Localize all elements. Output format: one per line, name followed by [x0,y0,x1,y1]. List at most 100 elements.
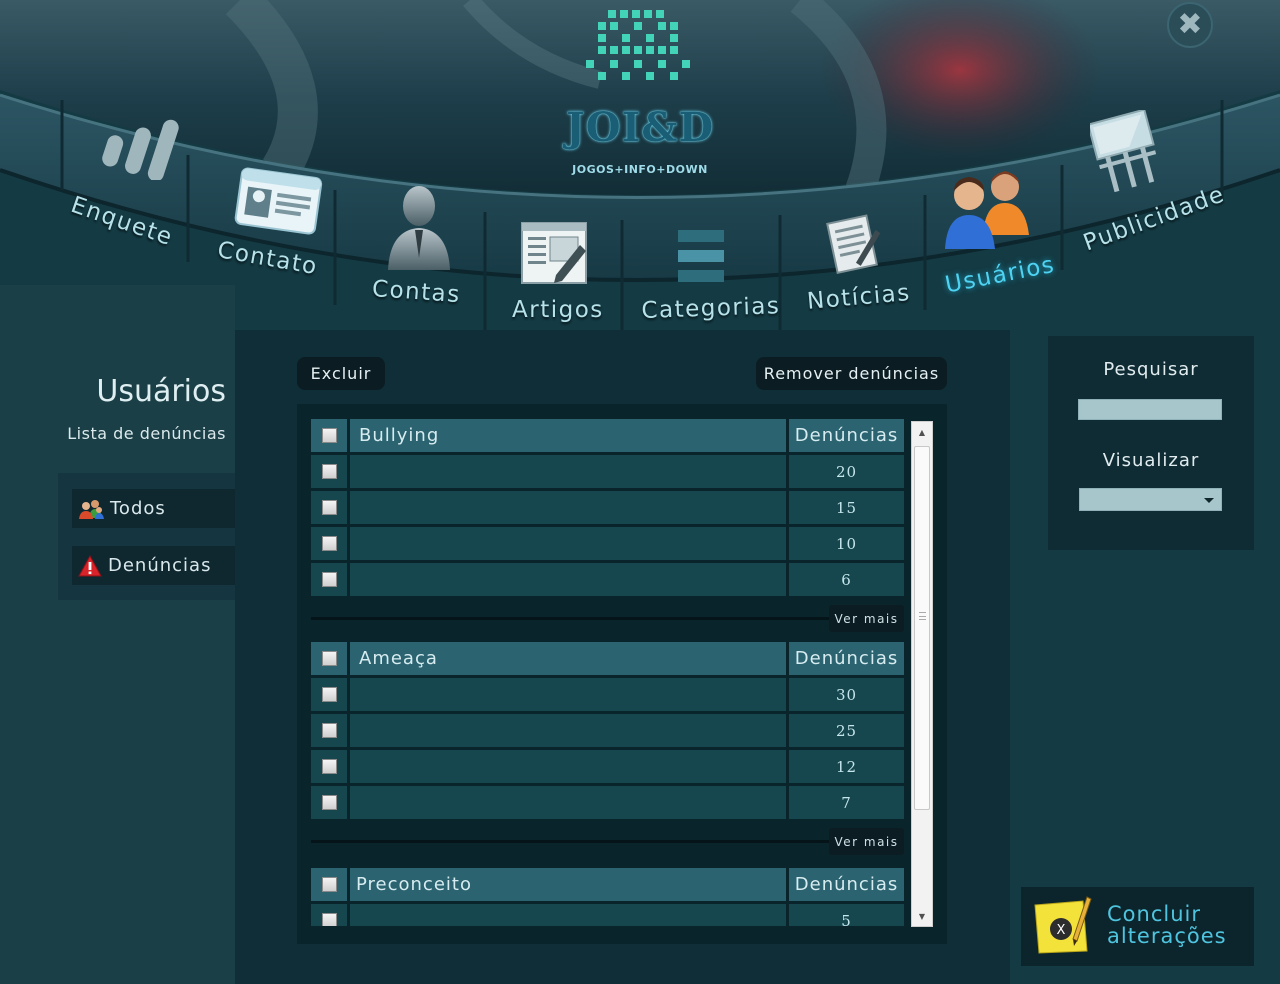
nav-item-artigos[interactable]: Artigos [500,215,610,325]
row-checkbox[interactable] [321,687,337,702]
count-header: Denúncias [789,642,904,675]
report-count: 15 [789,491,904,524]
conclude-label: Concluir alterações [1107,903,1247,947]
row-checkbox[interactable] [321,500,337,515]
bar-chart-icon [102,119,179,180]
report-count: 7 [789,786,904,819]
nav-label-usuarios: Usuários [943,251,1058,299]
user-name-cell [350,678,786,711]
user-name-cell [350,714,786,747]
nav-label-categorias: Categorias [641,293,781,324]
table-row: 25 [311,714,907,747]
scrollbar-thumb[interactable] [914,446,930,810]
logo-pixel-icon [586,10,690,80]
user-name-cell [350,786,786,819]
page-subtitle: Lista de denúncias [67,424,226,443]
conclude-changes-button[interactable]: X Concluir alterações [1021,887,1254,966]
table-row: 7 [311,786,907,819]
report-count: 25 [789,714,904,747]
nav-label-publicidade: Publicidade [1080,181,1229,257]
row-checkbox[interactable] [321,464,337,479]
reports-list[interactable]: Bullying Denúncias 20 15 10 6 Ver mais A… [311,418,907,926]
site-logo[interactable]: JOI&D JOGOS+INFO+DOWN [560,6,720,186]
nav-item-categorias[interactable]: Categorias [636,222,781,330]
remove-reports-button[interactable]: Remover denúncias [756,357,947,390]
reports-scrollbar[interactable]: ▲ ▼ [911,421,933,927]
logo-text: JOI&D [565,104,715,151]
article-edit-icon [521,222,587,284]
report-count: 30 [789,678,904,711]
users-icon [945,171,1029,249]
warning-icon [78,554,102,576]
news-document-icon [826,214,881,275]
nav-item-contas[interactable]: Contas [360,180,480,310]
select-all-checkbox[interactable] [321,428,337,443]
search-label: Pesquisar [1103,359,1199,380]
delete-button[interactable]: Excluir [297,357,385,390]
billboard-icon [1090,110,1157,192]
report-count: 12 [789,750,904,783]
row-select-cell [311,455,347,488]
scroll-down-arrow-icon[interactable]: ▼ [912,906,932,926]
sidebar-item-todos[interactable]: Todos [72,489,235,528]
select-all-checkbox[interactable] [321,651,337,666]
see-more-button[interactable]: Ver mais [829,605,904,632]
table-row: 30 [311,678,907,711]
user-name-cell [350,750,786,783]
nav-item-noticias[interactable]: Notícias [800,205,920,315]
scroll-up-arrow-icon[interactable]: ▲ [912,422,932,442]
row-checkbox[interactable] [321,759,337,774]
row-select-cell [311,491,347,524]
row-checkbox[interactable] [321,913,337,926]
row-checkbox[interactable] [321,536,337,551]
table-row: 5 [311,904,907,926]
nav-item-usuarios[interactable]: Usuários [935,165,1057,299]
user-name-cell [350,527,786,560]
search-panel: Pesquisar Visualizar [1048,336,1254,550]
category-header: Preconceito [350,868,786,901]
row-select-cell [311,678,347,711]
logo-subtitle: JOGOS+INFO+DOWN [572,163,708,176]
table-header-row: Bullying Denúncias [311,419,907,452]
close-button[interactable]: ✖ [1167,2,1213,48]
nav-item-enquete[interactable]: Enquete [68,110,190,251]
report-count: 5 [789,904,904,926]
user-name-cell [350,904,786,926]
search-input[interactable] [1078,399,1222,420]
view-select[interactable] [1079,488,1222,511]
conclude-label-line2: alterações [1107,924,1227,948]
categories-icon [678,230,724,282]
sticky-note-pencil-icon: X [1034,896,1092,954]
users-icon [79,499,104,519]
table-row: 6 [311,563,907,596]
table-row: 20 [311,455,907,488]
row-checkbox[interactable] [321,723,337,738]
row-select-cell [311,750,347,783]
grip-icon [919,612,926,620]
user-name-cell [350,491,786,524]
count-header: Denúncias [789,419,904,452]
nav-label-artigos: Artigos [512,297,604,323]
row-checkbox[interactable] [321,572,337,587]
table-row: 12 [311,750,907,783]
sidebar-item-label: Todos [110,498,166,519]
report-count: 6 [789,563,904,596]
group-divider [311,617,831,620]
row-checkbox[interactable] [321,795,337,810]
row-select-cell [311,904,347,926]
user-icon [388,186,450,270]
chevron-down-icon [1204,498,1214,503]
nav-item-contato[interactable]: Contato [210,165,330,285]
see-more-button[interactable]: Ver mais [829,828,904,855]
group-divider [311,840,831,843]
nav-label-noticias: Notícias [806,279,912,315]
conclude-label-line1: Concluir [1107,902,1201,926]
sidebar-item-denuncias[interactable]: Denúncias [72,546,235,585]
category-header: Bullying [350,419,786,452]
nav-item-publicidade[interactable]: Publicidade [1070,110,1230,260]
user-name-cell [350,563,786,596]
sidebar-filter-panel: Todos Denúncias [58,473,235,600]
nav-label-contas: Contas [371,276,462,309]
user-name-cell [350,455,786,488]
select-all-checkbox[interactable] [321,877,337,892]
